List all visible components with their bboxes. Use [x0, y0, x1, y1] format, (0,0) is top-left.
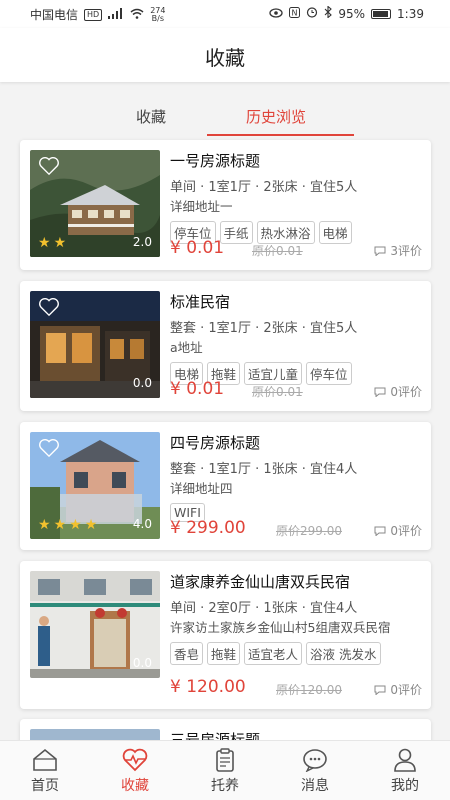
- nav-favorites[interactable]: 收藏: [90, 741, 180, 800]
- home-icon: [33, 748, 57, 771]
- listing-photo: ★ ★ 2.0: [30, 150, 160, 257]
- wifi-icon: [130, 8, 144, 22]
- star-icon: ★: [84, 517, 98, 533]
- review-count: 0评价: [374, 681, 422, 698]
- listing-title: 一号房源标题: [170, 152, 261, 170]
- nav-boarding[interactable]: 托养: [180, 741, 270, 800]
- listing-address: 详细地址四: [170, 481, 233, 496]
- original-price: 原价0.01: [252, 385, 303, 399]
- rating-score: 0.0: [132, 376, 152, 390]
- original-price: 原价120.00: [276, 683, 342, 697]
- listing-title: 四号房源标题: [170, 434, 261, 452]
- review-count: 3评价: [374, 242, 422, 259]
- listing-address: a地址: [170, 340, 203, 355]
- review-icon: [374, 246, 386, 256]
- signal-icon: [108, 7, 124, 22]
- review-icon: [374, 387, 386, 397]
- star-icon: ★: [69, 517, 82, 533]
- amenity-tags: 香皂 拖鞋 适宜老人 浴液 洗发水: [170, 642, 422, 665]
- amenity-tag: 香皂: [170, 642, 204, 665]
- clock: 1:39: [397, 6, 424, 21]
- favorite-heart-icon[interactable]: [38, 297, 60, 317]
- nav-profile-label: 我的: [391, 778, 419, 794]
- nav-messages[interactable]: 消息: [270, 741, 360, 800]
- rating-score: 2.0: [132, 235, 152, 249]
- svg-text:N: N: [292, 8, 298, 17]
- nav-favorites-label: 收藏: [121, 778, 149, 794]
- favorite-heart-icon[interactable]: [38, 156, 60, 176]
- review-icon: [374, 685, 386, 695]
- rating-score: 4.0: [132, 517, 152, 531]
- listing-card[interactable]: 0.0 道家康养金仙山唐双兵民宿 单间 · 2室0厅 · 1张床 · 宜住4人 …: [20, 561, 431, 709]
- listing-meta: 整套 · 1室1厅 · 2张床 · 宜住5人: [170, 321, 358, 336]
- rating-score: 0.0: [132, 656, 152, 670]
- tab-history[interactable]: 历史浏览: [246, 106, 306, 127]
- network-speed: 274 B/s: [150, 6, 165, 23]
- listing-photo: ★ ★ ★ ★ 4.0: [30, 432, 160, 539]
- carrier-label: 中国电信: [30, 8, 79, 22]
- listing-price: ¥ 120.00: [170, 677, 246, 697]
- battery-percent: 95%: [338, 6, 366, 21]
- user-icon: [394, 748, 416, 772]
- listing-price: ¥ 0.01: [170, 379, 225, 399]
- eye-icon: [269, 7, 284, 21]
- page-title: 收藏: [205, 46, 245, 70]
- listing-price: ¥ 0.01: [170, 238, 225, 258]
- star-icon: ★: [53, 235, 67, 251]
- listing-meta: 单间 · 2室0厅 · 1张床 · 宜住4人: [170, 601, 358, 616]
- original-price: 原价0.01: [252, 244, 303, 258]
- listing-address: 详细地址一: [170, 199, 233, 214]
- review-icon: [374, 526, 386, 536]
- star-icon: ★: [53, 517, 67, 533]
- listing-card[interactable]: ★ ★ 2.0 一号房源标题 单间 · 1室1厅 · 2张床 · 宜住5人 详细地…: [20, 140, 431, 270]
- tab-bar: 收藏 历史浏览: [0, 96, 450, 136]
- listing-title: 道家康养金仙山唐双兵民宿: [170, 573, 351, 591]
- speed-unit: B/s: [151, 13, 165, 23]
- listing-address: 许家访土家族乡金仙山村5组唐双兵民宿: [170, 620, 391, 635]
- battery-icon: [371, 8, 392, 19]
- review-count-label: 0评价: [390, 385, 422, 399]
- review-count: 0评价: [374, 522, 422, 539]
- review-count: 0评价: [374, 383, 422, 400]
- original-price: 原价299.00: [276, 524, 342, 538]
- bluetooth-icon: [324, 5, 333, 21]
- nav-messages-label: 消息: [301, 778, 329, 794]
- listing-meta: 整套 · 1室1厅 · 1张床 · 宜住4人: [170, 462, 358, 477]
- listing-meta: 单间 · 1室1厅 · 2张床 · 宜住5人: [170, 180, 358, 195]
- heart-pulse-icon: [122, 748, 148, 772]
- favorite-heart-icon[interactable]: [38, 438, 60, 458]
- chat-bubble-icon: [303, 749, 327, 772]
- nav-home[interactable]: 首页: [0, 741, 90, 800]
- listing-photo: 0.0: [30, 571, 160, 678]
- tab-favorites[interactable]: 收藏: [136, 106, 166, 127]
- nav-boarding-label: 托养: [211, 778, 239, 794]
- listing-card[interactable]: ★ ★ ★ ★ 4.0 四号房源标题 整套 · 1室1厅 · 1张床 · 宜住4人 详…: [20, 422, 431, 550]
- hd-badge: HD: [84, 8, 103, 21]
- listing-photo: 0.0: [30, 291, 160, 398]
- amenity-tag: 适宜老人: [244, 642, 303, 665]
- star-rating: ★ ★ ★ ★: [38, 517, 97, 533]
- listing-card[interactable]: 0.0 标准民宿 整套 · 1室1厅 · 2张床 · 宜住5人 a地址 电梯 拖…: [20, 281, 431, 411]
- amenity-tag: 拖鞋: [207, 642, 241, 665]
- nav-profile[interactable]: 我的: [360, 741, 450, 800]
- listing-title: 标准民宿: [170, 293, 231, 311]
- listing-price: ¥ 299.00: [170, 518, 246, 538]
- star-rating: ★ ★: [38, 235, 66, 251]
- review-count-label: 3评价: [390, 244, 422, 258]
- star-icon: ★: [38, 235, 51, 251]
- nav-home-label: 首页: [31, 778, 59, 794]
- amenity-tag: 浴液 洗发水: [306, 642, 381, 665]
- nfc-icon: N: [289, 6, 301, 21]
- bottom-nav: 首页 收藏 托养 消息 我的: [0, 740, 450, 800]
- star-icon: ★: [38, 517, 51, 533]
- clipboard-icon: [216, 748, 234, 772]
- active-tab-indicator: [207, 134, 354, 136]
- alarm-icon: [306, 6, 318, 21]
- title-bar: 收藏: [0, 28, 450, 82]
- review-count-label: 0评价: [390, 524, 422, 538]
- review-count-label: 0评价: [390, 683, 422, 697]
- status-bar: 中国电信 HD 274 B/s N 95% 1:39: [0, 0, 450, 28]
